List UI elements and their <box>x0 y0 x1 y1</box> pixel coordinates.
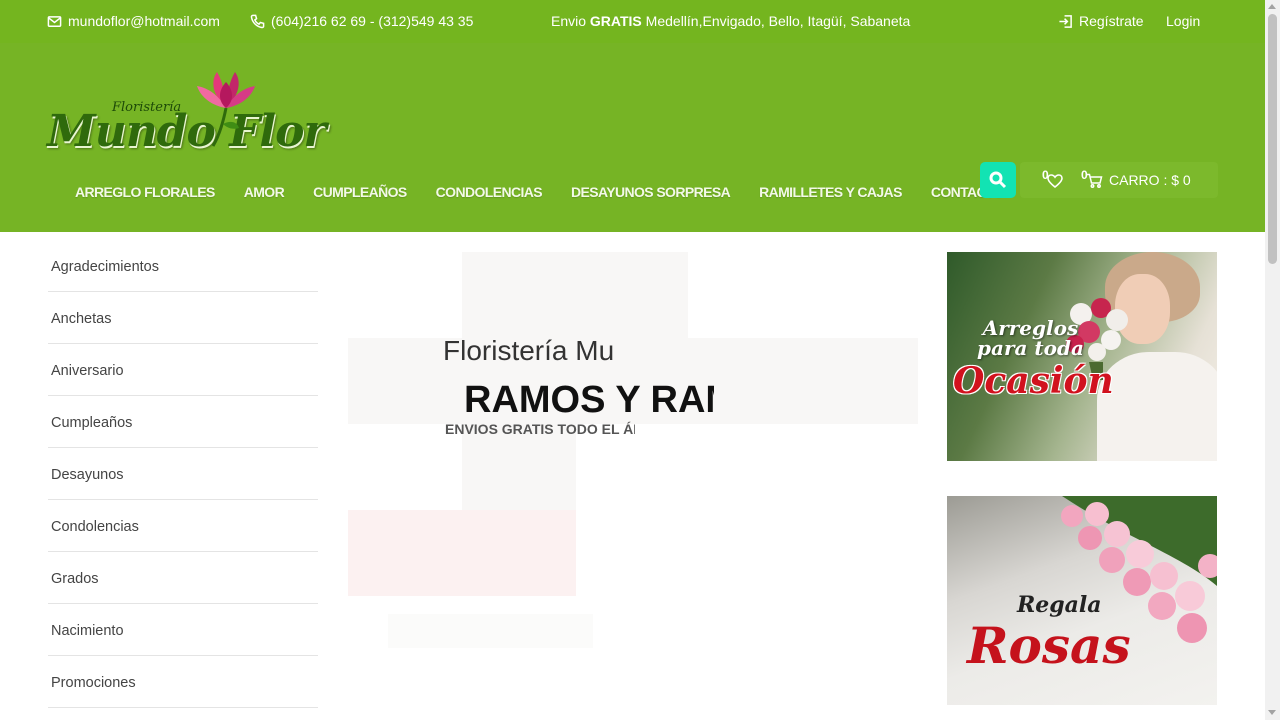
banner1-big-text: Ocasión <box>953 360 1114 402</box>
category-aniversario[interactable]: Aniversario <box>48 344 318 396</box>
flower-logo-icon <box>197 72 255 147</box>
mail-icon <box>47 15 62 27</box>
search-icon <box>989 171 1007 189</box>
site-logo[interactable]: Floristería Mundo Flor <box>47 68 357 158</box>
category-nacimiento[interactable]: Nacimiento <box>48 604 318 656</box>
register-text: Regístrate <box>1079 13 1144 29</box>
shipping-bold: GRATIS <box>589 13 642 29</box>
nav-arreglo-florales[interactable]: ARREGLO FLORALES <box>75 184 215 200</box>
category-condolencias[interactable]: Condolencias <box>48 500 318 552</box>
slide-tagline: ENVIOS GRATIS TODO EL ÁREA METROPOLITANA <box>445 421 635 437</box>
login-arrow-icon <box>1059 14 1072 28</box>
logo-main-text: Mundo Flor <box>47 106 327 157</box>
category-desayunos[interactable]: Desayunos <box>48 448 318 500</box>
nav-amor[interactable]: AMOR <box>244 184 285 200</box>
banner2-big-text: Rosas <box>967 616 1131 675</box>
phone-icon <box>250 14 265 28</box>
banner1-line2: para toda <box>977 336 1084 360</box>
category-cumpleanos[interactable]: Cumpleaños <box>48 396 318 448</box>
heart-icon[interactable] <box>1047 174 1063 188</box>
login-link[interactable]: Login <box>1166 13 1200 29</box>
scroll-down-arrow-icon[interactable] <box>1268 710 1276 715</box>
banner1-line1: Arreglos <box>982 316 1079 340</box>
shipping-prefix: Envio <box>551 13 590 29</box>
cart-total-label[interactable]: CARRO : $ 0 <box>1109 172 1191 188</box>
scroll-thumb[interactable] <box>1268 14 1277 264</box>
phone-contact[interactable]: (604)216 62 69 - (312)549 43 35 <box>250 13 473 29</box>
phone-text: (604)216 62 69 - (312)549 43 35 <box>271 13 474 29</box>
hero-slider[interactable]: Floristería Mundo Flor RAMOS Y RAMILLETE… <box>348 252 918 652</box>
nav-condolencias[interactable]: CONDOLENCIAS <box>436 184 543 200</box>
scroll-up-arrow-icon[interactable] <box>1268 4 1276 9</box>
banner-regala-rosas[interactable]: Regala Rosas <box>947 496 1217 705</box>
slide-fragment <box>388 614 593 648</box>
banner2-small-text: Regala <box>1017 592 1102 618</box>
banner1-small-text: Arreglos para toda <box>977 318 1084 358</box>
nav-desayunos-sorpresa[interactable]: DESAYUNOS SORPRESA <box>571 184 731 200</box>
top-bar: mundoflor@hotmail.com (604)216 62 69 - (… <box>0 0 1265 43</box>
slide-fragment <box>462 252 688 338</box>
category-grados[interactable]: Grados <box>48 552 318 604</box>
category-sidebar: Agradecimientos Anchetas Aniversario Cum… <box>48 240 318 708</box>
email-text: mundoflor@hotmail.com <box>68 13 220 29</box>
slide-title: RAMOS Y RAMILLETES <box>464 379 714 421</box>
main-nav: ARREGLO FLORALES AMOR CUMPLEAÑOS CONDOLE… <box>75 184 1033 200</box>
register-link[interactable]: Regístrate <box>1058 13 1144 29</box>
category-promociones[interactable]: Promociones <box>48 656 318 708</box>
nav-ramilletes-y-cajas[interactable]: RAMILLETES Y CAJAS <box>759 184 902 200</box>
email-contact[interactable]: mundoflor@hotmail.com <box>47 13 220 29</box>
slide-fragment <box>348 510 576 596</box>
category-anchetas[interactable]: Anchetas <box>48 292 318 344</box>
search-button[interactable] <box>980 162 1016 198</box>
site-header: Floristería Mundo Flor ARREGLO FLORALES … <box>0 43 1265 232</box>
page-scrollbar[interactable] <box>1265 0 1280 720</box>
shopping-cart-icon[interactable] <box>1086 173 1103 188</box>
banner-arreglos-ocasion[interactable]: Arreglos para toda Ocasión <box>947 252 1217 461</box>
slide-subtitle: Floristería Mundo Flor <box>443 335 615 366</box>
shipping-suffix: Medellín,Envigado, Bello, Itagüí, Sabane… <box>641 13 911 29</box>
shipping-notice: Envio GRATIS Medellín,Envigado, Bello, I… <box>551 13 910 29</box>
login-text: Login <box>1166 13 1201 29</box>
nav-cumpleanos[interactable]: CUMPLEAÑOS <box>313 184 407 200</box>
cart-widget: 0 0 CARRO : $ 0 <box>1020 162 1218 198</box>
category-agradecimientos[interactable]: Agradecimientos <box>48 240 318 292</box>
